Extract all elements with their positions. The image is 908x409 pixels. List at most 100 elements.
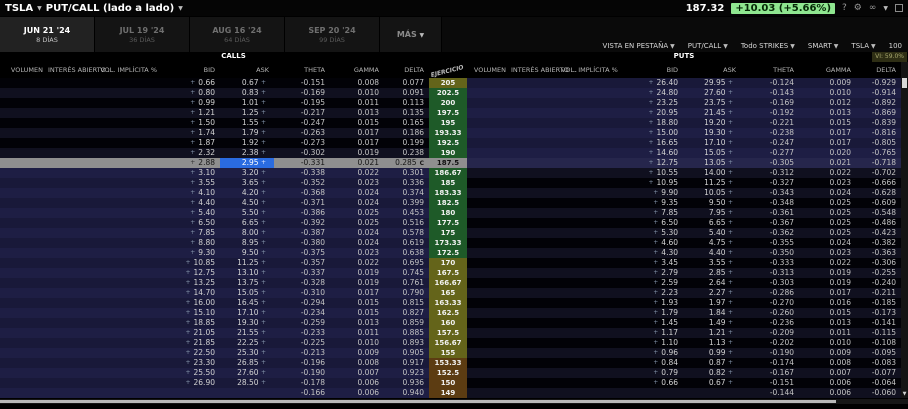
call-ask-cell[interactable]: 22.25 + [220, 338, 274, 348]
call-bid-cell[interactable]: +0.99 [162, 98, 220, 108]
call-ask-cell[interactable]: 15.05 + [220, 288, 274, 298]
calls-header-oi[interactable]: INTERÉS ABIERTO ... [48, 66, 100, 76]
put-bid-cell[interactable]: +9.35 [621, 198, 683, 208]
call-ask-cell[interactable]: 11.25 + [220, 258, 274, 268]
put-ask-cell[interactable]: 13.05 + [683, 158, 741, 168]
call-ask-cell[interactable]: 8.00 + [220, 228, 274, 238]
put-ask-cell[interactable]: 2.85 + [683, 268, 741, 278]
call-ask-cell[interactable]: 1.92 + [220, 138, 274, 148]
put-bid-cell[interactable]: +16.65 [621, 138, 683, 148]
call-ask-cell[interactable]: 13.10 + [220, 268, 274, 278]
calls-header-iv[interactable]: VOL. IMPLÍCITA % [100, 66, 162, 76]
put-ask-cell[interactable]: 5.40 + [683, 228, 741, 238]
put-bid-cell[interactable]: +0.84 [621, 358, 683, 368]
tab-more[interactable]: MÁS ▼ [380, 17, 442, 52]
strike-cell[interactable]: 157.5 [429, 328, 467, 338]
call-ask-cell[interactable]: 4.50 + [220, 198, 274, 208]
call-bid-cell[interactable]: +2.32 [162, 148, 220, 158]
strike-cell[interactable]: 150 [429, 378, 467, 388]
strike-cell[interactable]: 160 [429, 318, 467, 328]
call-bid-cell[interactable]: +26.90 [162, 378, 220, 388]
call-bid-cell[interactable]: +15.10 [162, 308, 220, 318]
put-ask-cell[interactable]: 1.97 + [683, 298, 741, 308]
scrollbar-thumb[interactable] [0, 400, 836, 403]
strike-cell[interactable]: 175 [429, 228, 467, 238]
put-bid-cell[interactable]: +15.00 [621, 128, 683, 138]
call-ask-cell[interactable]: 21.55 + [220, 328, 274, 338]
view-toolbar-item-2[interactable]: Todo STRIKES▼ [741, 42, 795, 50]
call-bid-cell[interactable]: +7.85 [162, 228, 220, 238]
strike-cell[interactable]: 155 [429, 348, 467, 358]
call-ask-cell[interactable]: 0.83 + [220, 88, 274, 98]
chevron-down-icon[interactable]: ▼ [37, 5, 42, 12]
put-ask-cell[interactable]: 0.87 + [683, 358, 741, 368]
call-bid-cell[interactable]: +12.75 [162, 268, 220, 278]
puts-header-vol[interactable]: VOLUMEN [467, 66, 511, 76]
put-bid-cell[interactable] [621, 388, 683, 398]
call-bid-cell[interactable]: +13.25 [162, 278, 220, 288]
call-bid-cell[interactable]: +1.74 [162, 128, 220, 138]
call-bid-cell[interactable]: +3.55 [162, 178, 220, 188]
strike-cell[interactable]: 182.5 [429, 198, 467, 208]
call-ask-cell[interactable]: 6.65 + [220, 218, 274, 228]
call-bid-cell[interactable]: +21.85 [162, 338, 220, 348]
puts-header-oi[interactable]: INTERÉS ABIERTO ... [511, 66, 561, 76]
put-bid-cell[interactable]: +12.75 [621, 158, 683, 168]
put-ask-cell[interactable]: 1.13 + [683, 338, 741, 348]
call-bid-cell[interactable]: +10.85 [162, 258, 220, 268]
calls-header-theta[interactable]: THETA [274, 66, 330, 76]
call-bid-cell[interactable]: +8.80 [162, 238, 220, 248]
call-ask-cell[interactable]: 28.50 + [220, 378, 274, 388]
put-bid-cell[interactable]: +4.30 [621, 248, 683, 258]
put-bid-cell[interactable]: +10.95 [621, 178, 683, 188]
call-bid-cell[interactable]: +14.70 [162, 288, 220, 298]
call-bid-cell[interactable]: +18.85 [162, 318, 220, 328]
put-bid-cell[interactable]: +10.55 [621, 168, 683, 178]
put-bid-cell[interactable]: +6.50 [621, 218, 683, 228]
put-ask-cell[interactable]: 7.95 + [683, 208, 741, 218]
call-bid-cell[interactable]: +23.30 [162, 358, 220, 368]
call-ask-cell[interactable]: 16.45 + [220, 298, 274, 308]
strike-cell[interactable]: 152.5 [429, 368, 467, 378]
chevron-down-icon[interactable]: ▼ [178, 5, 183, 12]
put-ask-cell[interactable]: 2.64 + [683, 278, 741, 288]
call-ask-cell[interactable]: 3.20 + [220, 168, 274, 178]
calls-header-bid[interactable]: BID [162, 66, 220, 76]
puts-header-bid[interactable]: BID [621, 66, 683, 76]
call-ask-cell[interactable]: 1.25 + [220, 108, 274, 118]
put-ask-cell[interactable]: 27.60 + [683, 88, 741, 98]
strike-cell[interactable]: 197.5 [429, 108, 467, 118]
strike-cell[interactable]: 170 [429, 258, 467, 268]
horizontal-scrollbar[interactable] [0, 399, 908, 404]
tab-expiry-0[interactable]: JUN 21 '248 DÍAS [0, 17, 95, 52]
strike-cell[interactable]: 187.5 [429, 158, 467, 168]
put-ask-cell[interactable]: 2.27 + [683, 288, 741, 298]
call-bid-cell[interactable] [162, 388, 220, 398]
calls-header-gamma[interactable]: GAMMA [330, 66, 384, 76]
put-bid-cell[interactable]: +2.59 [621, 278, 683, 288]
tab-expiry-3[interactable]: SEP 20 '2499 DÍAS [285, 17, 380, 52]
call-bid-cell[interactable]: +0.66 [162, 78, 220, 88]
help-icon[interactable]: ? [842, 3, 847, 13]
put-bid-cell[interactable]: +2.23 [621, 288, 683, 298]
call-ask-cell[interactable]: 13.75 + [220, 278, 274, 288]
call-ask-cell[interactable]: 17.10 + [220, 308, 274, 318]
call-ask-cell[interactable]: 2.95 + [220, 158, 274, 168]
expand-icon[interactable] [895, 4, 903, 12]
put-ask-cell[interactable]: 4.40 + [683, 248, 741, 258]
view-toolbar-item-4[interactable]: TSLA▼ [851, 42, 875, 50]
strike-cell[interactable]: 186.67 [429, 168, 467, 178]
put-bid-cell[interactable]: +1.93 [621, 298, 683, 308]
call-bid-cell[interactable]: +25.50 [162, 368, 220, 378]
put-bid-cell[interactable]: +3.45 [621, 258, 683, 268]
call-bid-cell[interactable]: +21.05 [162, 328, 220, 338]
strike-cell[interactable]: 162.5 [429, 308, 467, 318]
strike-cell[interactable]: 195 [429, 118, 467, 128]
calls-header-vol[interactable]: VOLUMEN [0, 66, 48, 76]
put-bid-cell[interactable]: +5.30 [621, 228, 683, 238]
strike-cell[interactable]: 185 [429, 178, 467, 188]
put-ask-cell[interactable]: 29.95 + [683, 78, 741, 88]
strike-cell[interactable]: 173.33 [429, 238, 467, 248]
call-bid-cell[interactable]: +1.50 [162, 118, 220, 128]
strike-cell[interactable]: 172.5 [429, 248, 467, 258]
